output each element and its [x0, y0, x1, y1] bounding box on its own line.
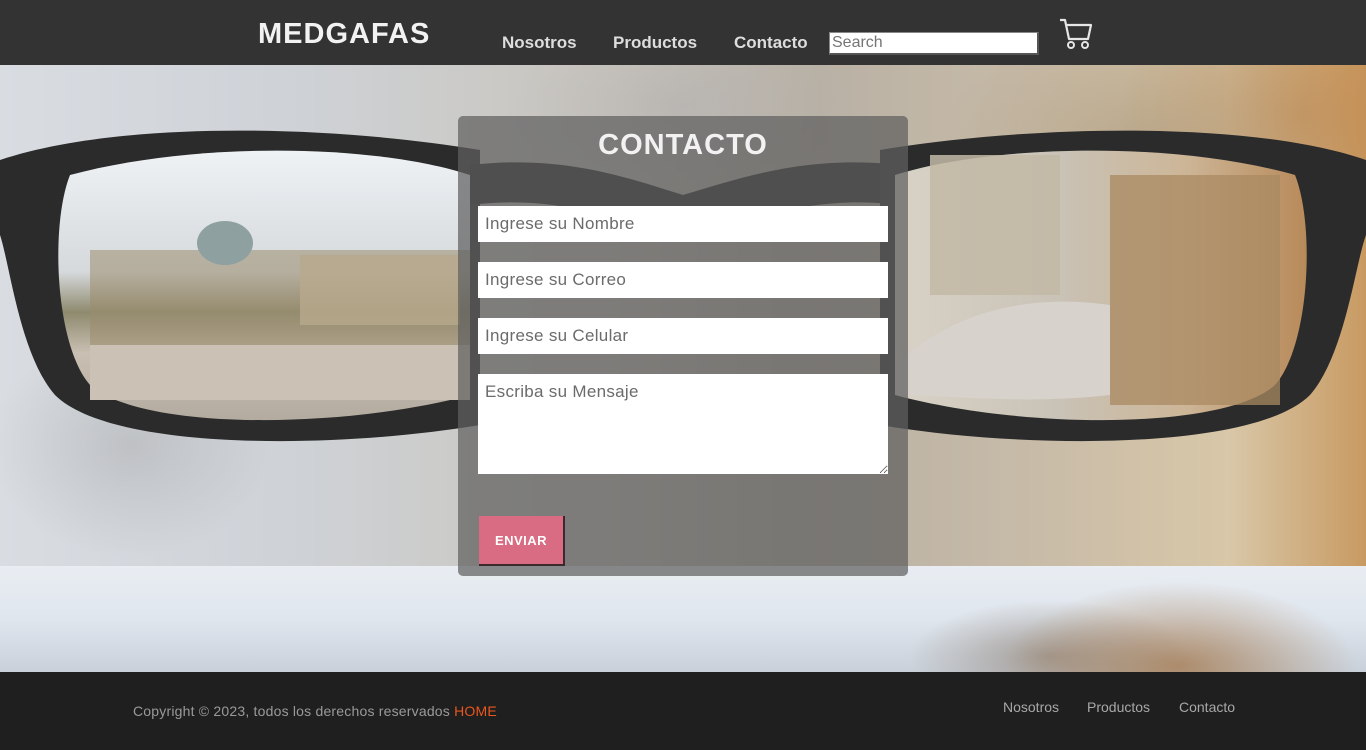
name-field[interactable]	[478, 206, 888, 242]
nav-nosotros[interactable]: Nosotros	[502, 33, 577, 53]
brand-logo[interactable]: MEDGAFAS	[258, 18, 430, 51]
copyright-text: Copyright © 2023, todos los derechos res…	[133, 703, 497, 719]
email-field[interactable]	[478, 262, 888, 298]
message-field[interactable]	[478, 374, 888, 474]
footer-link-contacto[interactable]: Contacto	[1179, 699, 1235, 715]
home-link[interactable]: HOME	[454, 703, 497, 719]
site-footer: Copyright © 2023, todos los derechos res…	[0, 672, 1366, 750]
footer-link-productos[interactable]: Productos	[1087, 699, 1150, 715]
contact-form-panel: CONTACTO ENVIAR	[458, 116, 908, 576]
search-input[interactable]	[829, 32, 1039, 55]
nav-contacto[interactable]: Contacto	[734, 33, 808, 53]
send-button[interactable]: ENVIAR	[479, 516, 565, 566]
nav-productos[interactable]: Productos	[613, 33, 697, 53]
phone-field[interactable]	[478, 318, 888, 354]
contact-title: CONTACTO	[598, 129, 768, 161]
footer-link-nosotros[interactable]: Nosotros	[1003, 699, 1059, 715]
shopping-cart-icon[interactable]	[1058, 15, 1094, 51]
copyright-label: Copyright © 2023, todos los derechos res…	[133, 703, 455, 719]
site-header: MEDGAFAS Nosotros Productos Contacto	[0, 0, 1366, 65]
hero-blurred-strip	[0, 566, 1366, 672]
